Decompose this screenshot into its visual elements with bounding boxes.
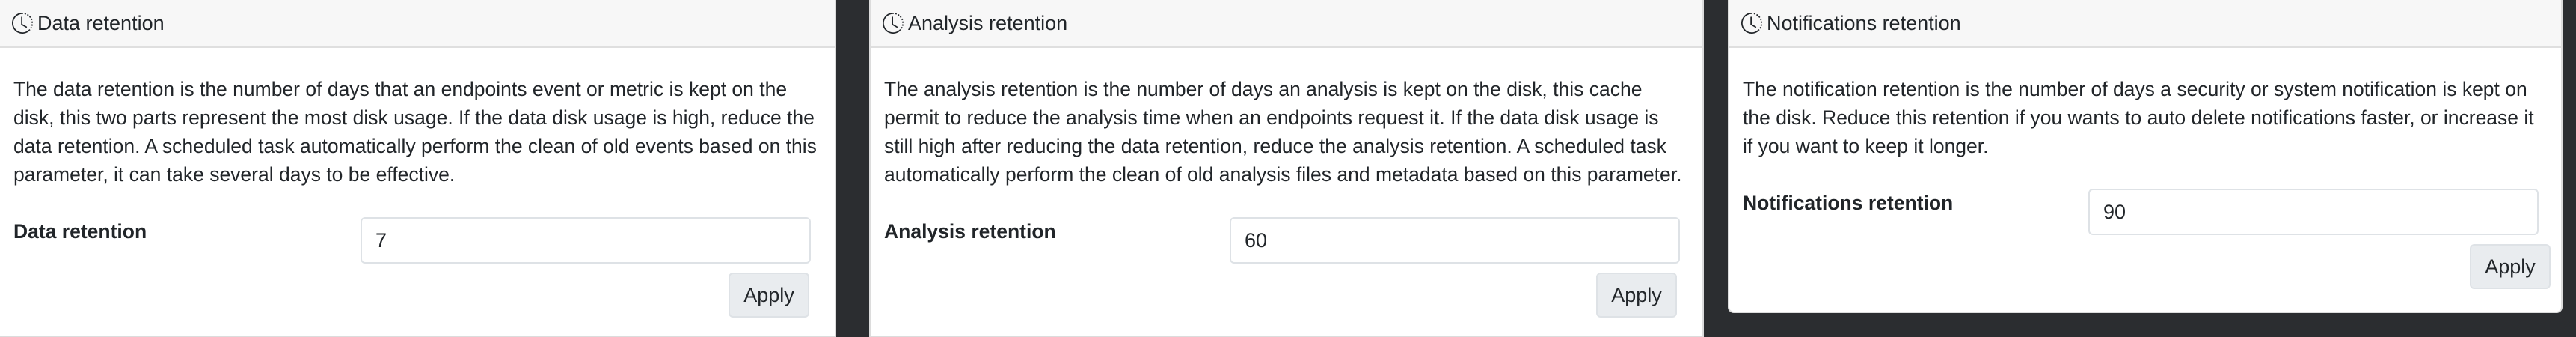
analysis-retention-card: Analysis retention The analysis retentio… <box>869 0 1704 337</box>
retention-settings: Data retention The data retention is the… <box>0 0 2576 337</box>
history-icon <box>883 13 904 34</box>
form-row: Analysis retention <box>884 217 1687 264</box>
card-body: The notification retention is the number… <box>1729 48 2561 291</box>
data-retention-input[interactable] <box>361 217 811 264</box>
card-header: Notifications retention <box>1729 0 2561 48</box>
card-title: Notifications retention <box>1767 11 1961 34</box>
apply-row: Apply <box>13 273 820 319</box>
notifications-retention-input[interactable] <box>2088 189 2539 235</box>
notifications-retention-card: Notifications retention The notification… <box>1728 0 2563 313</box>
apply-button[interactable]: Apply <box>2470 244 2551 289</box>
apply-button[interactable]: Apply <box>729 273 809 318</box>
card-body: The analysis retention is the number of … <box>871 48 1702 319</box>
apply-row: Apply <box>884 273 1687 319</box>
card-title: Analysis retention <box>908 11 1068 34</box>
card-body: The data retention is the number of days… <box>0 48 835 319</box>
analysis-retention-input[interactable] <box>1230 217 1680 264</box>
form-row: Data retention <box>13 217 820 264</box>
card-header: Data retention <box>0 0 835 48</box>
card-description: The notification retention is the number… <box>1743 78 2534 157</box>
form-row: Notifications retention <box>1743 189 2546 235</box>
card-description: The data retention is the number of days… <box>13 78 817 186</box>
data-retention-card: Data retention The data retention is the… <box>0 0 836 337</box>
history-icon <box>12 13 33 34</box>
apply-row: Apply <box>1743 244 2551 291</box>
field-label: Data retention <box>13 220 147 243</box>
field-label: Analysis retention <box>884 220 1056 243</box>
card-description: The analysis retention is the number of … <box>884 78 1682 186</box>
card-title: Data retention <box>37 11 165 34</box>
apply-button[interactable]: Apply <box>1596 273 1677 318</box>
card-header: Analysis retention <box>871 0 1702 48</box>
field-label: Notifications retention <box>1743 192 1954 214</box>
history-icon <box>1741 13 1762 34</box>
